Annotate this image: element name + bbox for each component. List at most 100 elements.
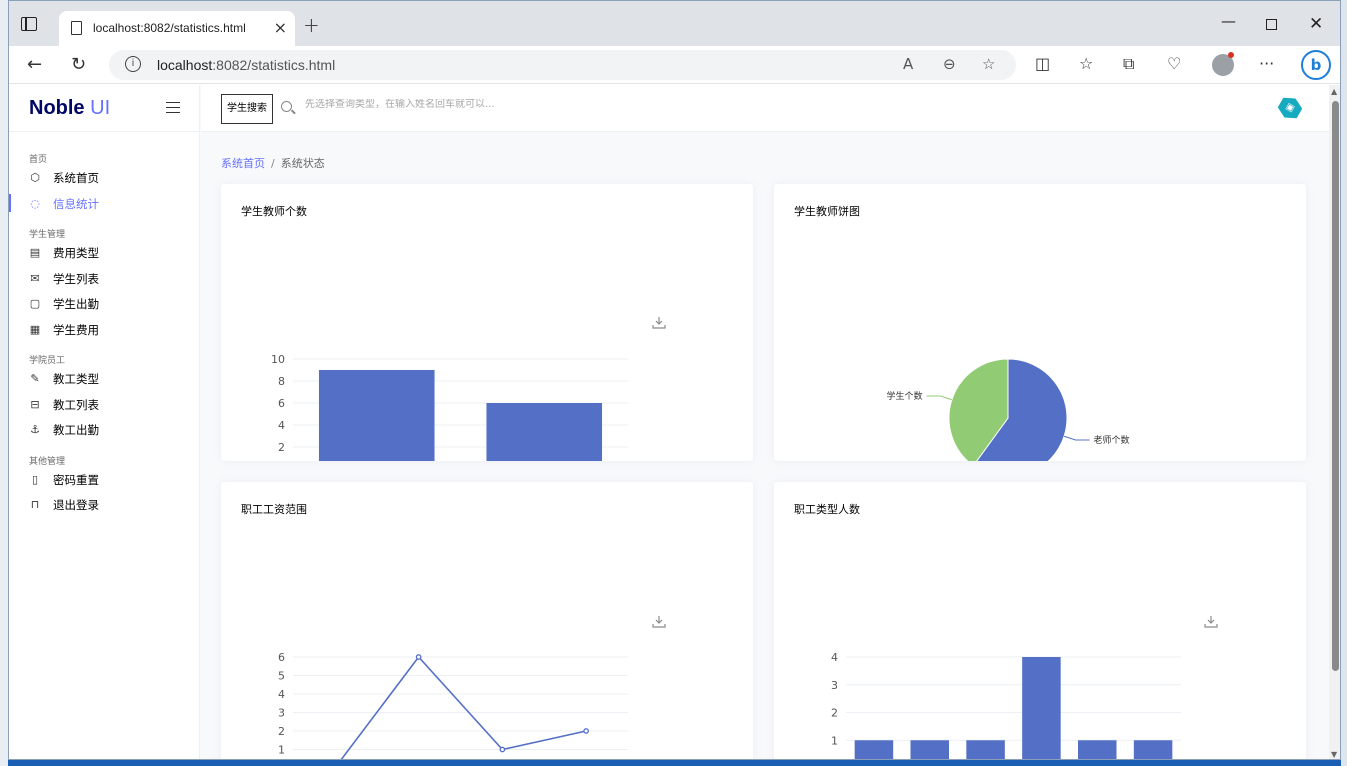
- search-input[interactable]: [305, 99, 825, 110]
- split-screen-icon[interactable]: ◫: [1035, 54, 1050, 73]
- bar-chart: 0246810个数: [271, 317, 666, 461]
- download-icon[interactable]: [652, 616, 666, 628]
- bar: [854, 740, 894, 759]
- zoom-icon[interactable]: ⊖: [943, 55, 956, 73]
- pie-label-line: [926, 395, 953, 401]
- search-icon: [281, 101, 292, 112]
- search-type-button[interactable]: 学生搜索: [221, 94, 273, 124]
- sidebar-item-label: 学生列表: [53, 271, 99, 286]
- line-chart: 0123456个数: [278, 616, 666, 759]
- y-tick-label: 3: [831, 679, 838, 692]
- browser-tab[interactable]: localhost:8082/statistics.html ×: [59, 11, 295, 46]
- sidebar-item-label: 信息统计: [53, 196, 99, 211]
- menu-category: 其他管理: [29, 456, 66, 467]
- minimize-icon[interactable]: —: [1221, 12, 1236, 30]
- chart-card-student-teacher-pie: 学生教师饼图 老师个数 学生个数: [774, 184, 1306, 461]
- breadcrumb-home[interactable]: 系统首页: [221, 157, 265, 170]
- bar: [1022, 657, 1061, 759]
- data-point: [415, 654, 422, 660]
- data-point: [499, 746, 506, 753]
- y-tick-label: 8: [278, 375, 285, 388]
- bar: [966, 740, 1005, 759]
- sidebar-item-label: 费用类型: [53, 246, 99, 260]
- sidebar-item[interactable]: ⬡ 系统首页: [9, 168, 199, 194]
- back-icon[interactable]: ←: [27, 54, 42, 75]
- bar-chart: 01234个数: [831, 616, 1218, 759]
- y-tick-label: 3: [278, 707, 285, 720]
- sidebar-item[interactable]: ▯ 密码重置: [9, 470, 199, 496]
- browser-essentials-icon[interactable]: ♡: [1167, 54, 1181, 73]
- tab-actions-icon[interactable]: [21, 17, 37, 31]
- sidebar-item-label: 教工出勤: [53, 423, 99, 437]
- pie-label: 学生个数: [886, 390, 922, 402]
- breadcrumb-current: 系统状态: [280, 157, 325, 170]
- sidebar-item-label: 密码重置: [53, 472, 99, 487]
- y-tick-label: 10: [271, 353, 285, 366]
- pie-label-line: [1063, 435, 1090, 441]
- bar: [486, 403, 603, 461]
- scroll-thumb[interactable]: [1332, 101, 1339, 671]
- bar: [1133, 740, 1173, 759]
- address-bar[interactable]: i localhost:8082/statistics.html A ⊖ ☆: [109, 50, 1016, 80]
- bar: [910, 740, 950, 759]
- menu-gap: [9, 219, 199, 227]
- anchor-icon: ⚓: [30, 423, 40, 436]
- hamburger-menu-icon[interactable]: [166, 102, 180, 113]
- download-icon[interactable]: [1204, 616, 1218, 628]
- browser-window: localhost:8082/statistics.html × + — ✕ ←…: [8, 0, 1341, 760]
- sidebar: Noble UI 首页 ⬡ 系统首页 ◌ 信息统计 学生管理 ▤ 费用类型 ✉ 学生列表 ▢ 学生出勤…: [9, 85, 200, 759]
- breadcrumb-separator: /: [271, 157, 275, 170]
- scroll-down-icon[interactable]: ▼: [1331, 750, 1337, 759]
- y-tick-label: 4: [831, 651, 838, 664]
- breadcrumb: 系统首页 / 系统状态: [221, 155, 325, 171]
- sidebar-item[interactable]: ⊟ 教工列表: [9, 395, 199, 421]
- eye-off-icon: ◌: [30, 196, 40, 210]
- collections-icon[interactable]: ⧉: [1123, 54, 1134, 74]
- brand-logo[interactable]: Noble UI: [29, 97, 110, 120]
- bing-icon[interactable]: b: [1301, 50, 1331, 80]
- sidebar-item[interactable]: ⚓ 教工出勤: [9, 420, 199, 446]
- read-aloud-icon[interactable]: A: [903, 55, 913, 73]
- new-tab-icon[interactable]: +: [303, 13, 320, 37]
- refresh-icon[interactable]: ↻: [71, 54, 86, 75]
- sidebar-item[interactable]: ✎ 教工类型: [9, 369, 199, 395]
- maximize-icon[interactable]: [1266, 19, 1277, 30]
- tablet-icon: ▯: [31, 472, 39, 486]
- sidebar-item-label: 学生出勤: [53, 297, 99, 311]
- sidebar-item[interactable]: ▢ 学生出勤: [9, 294, 199, 320]
- menu-gap: [9, 446, 199, 454]
- scroll-up-icon[interactable]: ▲: [1331, 87, 1337, 96]
- favorite-star-icon[interactable]: ☆: [982, 55, 995, 73]
- calendar-icon: ▦: [29, 322, 41, 336]
- page-scrollbar[interactable]: ▲ ▼: [1329, 85, 1340, 759]
- site-info-icon[interactable]: i: [125, 56, 141, 72]
- menu-category: 学院员工: [29, 356, 66, 366]
- layout-icon: ▤: [29, 246, 41, 259]
- feather-icon: ✎: [30, 372, 40, 385]
- sidebar-item[interactable]: ▤ 费用类型: [9, 243, 199, 269]
- y-tick-label: 1: [278, 744, 285, 757]
- download-icon[interactable]: [652, 317, 666, 329]
- top-search-bar: 学生搜索 ▣: [201, 85, 1329, 132]
- y-tick-label: 4: [278, 419, 285, 432]
- chart-card-salary-range: 职工工资范围 0123456个数: [221, 482, 753, 759]
- chart-card-staff-type-count: 职工类型人数 01234个数: [774, 482, 1306, 759]
- sidebar-item[interactable]: ✉ 学生列表: [9, 269, 199, 295]
- cube-badge-icon[interactable]: ▣: [1275, 93, 1305, 123]
- box-icon: ⬡: [30, 171, 40, 184]
- y-tick-label: 5: [278, 670, 285, 683]
- sidebar-item-label: 退出登录: [53, 498, 99, 512]
- tab-close-icon[interactable]: ×: [274, 18, 287, 37]
- sidebar-item[interactable]: ⊓ 退出登录: [9, 495, 199, 521]
- y-tick-label: 1: [831, 734, 838, 747]
- sidebar-item[interactable]: ▦ 学生费用: [9, 320, 199, 346]
- sidebar-item-label: 学生费用: [53, 322, 99, 337]
- favorites-icon[interactable]: ☆: [1079, 54, 1093, 73]
- profile-notification-dot: [1228, 52, 1234, 58]
- sidebar-item-label: 教工列表: [53, 397, 99, 412]
- more-menu-icon[interactable]: ···: [1259, 54, 1274, 73]
- sidebar-menu: 首页 ⬡ 系统首页 ◌ 信息统计 学生管理 ▤ 费用类型 ✉ 学生列表 ▢ 学生出勤 ▦ 学生费用 学院员工…: [9, 132, 199, 521]
- close-window-icon[interactable]: ✕: [1309, 14, 1323, 34]
- sidebar-item[interactable]: ◌ 信息统计: [9, 193, 199, 220]
- url-text[interactable]: localhost:8082/statistics.html: [157, 57, 335, 73]
